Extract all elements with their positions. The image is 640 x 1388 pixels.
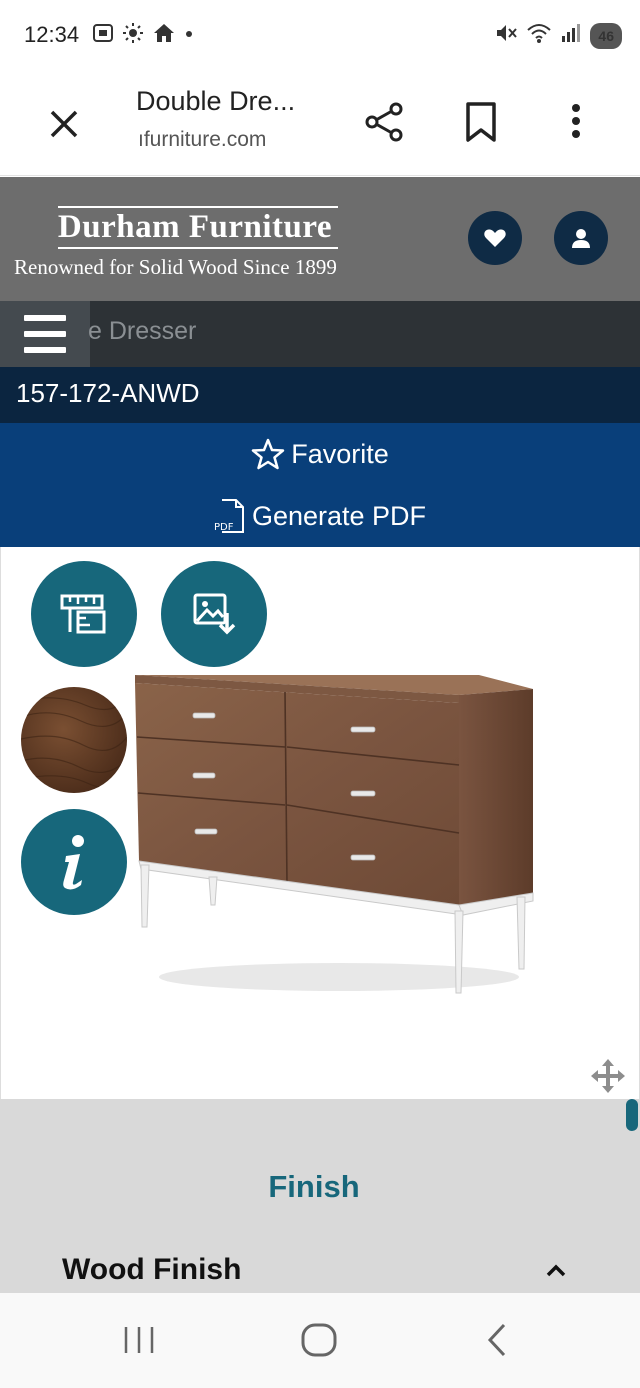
move-icon[interactable] — [589, 1057, 627, 1095]
menu-button[interactable] — [0, 301, 90, 367]
screenshot-icon — [92, 22, 114, 50]
mute-icon — [494, 22, 518, 50]
collapse-toggle[interactable] — [542, 1259, 570, 1283]
star-icon — [251, 438, 285, 470]
share-button[interactable] — [360, 98, 410, 148]
generate-pdf-label: Generate PDF — [251, 500, 427, 531]
system-nav-bar — [0, 1293, 640, 1388]
pdf-badge: PDF — [214, 522, 234, 533]
wifi-icon — [526, 22, 552, 50]
logo-rule — [58, 247, 338, 249]
site-header: Durham Furniture Renowned for Solid Wood… — [0, 177, 640, 301]
favorites-button[interactable] — [468, 211, 522, 265]
brand-name: Durham Furniture — [57, 209, 333, 245]
measure-icon — [60, 594, 106, 634]
page-domain[interactable]: ıfurniture.com — [138, 128, 266, 152]
product-image-area — [0, 547, 640, 1099]
more-options-button[interactable] — [556, 98, 596, 148]
nav-bar: e Dresser — [0, 301, 640, 367]
dresser-side — [459, 689, 533, 905]
brightness-icon — [122, 22, 144, 50]
home-circle-icon — [301, 1323, 337, 1357]
sku-bar: 157-172-ANWD — [0, 367, 640, 423]
wood-grain-texture — [21, 696, 127, 789]
download-image-button[interactable] — [161, 561, 267, 667]
browser-toolbar: Double Dre... ıfurniture.com — [0, 72, 640, 176]
user-icon — [572, 229, 590, 248]
dimensions-button[interactable] — [31, 561, 137, 667]
favorite-label: Favorite — [291, 438, 389, 469]
dot-icon — [184, 22, 194, 50]
brand-logo[interactable]: Durham Furniture Renowned for Solid Wood… — [14, 205, 376, 280]
status-time: 12:34 — [24, 22, 80, 47]
dresser-image — [135, 675, 534, 994]
status-left-icons — [92, 22, 194, 50]
close-icon — [50, 110, 78, 138]
logo-rule — [58, 206, 338, 208]
status-right-icons: 46 — [494, 22, 622, 50]
chevron-up-icon — [546, 1264, 566, 1277]
close-tab-button[interactable] — [40, 100, 88, 148]
home-icon — [152, 22, 176, 50]
status-bar: 12:34 46 — [0, 0, 640, 72]
heart-icon — [484, 229, 506, 247]
brand-tagline: Renowned for Solid Wood Since 1899 — [14, 255, 337, 279]
scrollbar-thumb[interactable] — [626, 1099, 638, 1131]
wood-finish-label[interactable]: Wood Finish — [62, 1253, 241, 1287]
info-icon — [63, 835, 84, 890]
favorite-button[interactable]: Favorite — [0, 425, 640, 483]
action-bar: Favorite PDF Generate PDF — [0, 423, 640, 547]
product-sku: 157-172-ANWD — [16, 378, 200, 408]
account-button[interactable] — [554, 211, 608, 265]
recent-apps-icon — [124, 1327, 154, 1353]
home-button[interactable] — [294, 1315, 344, 1365]
finish-panel: Finish Wood Finish — [0, 1099, 640, 1293]
bookmark-icon — [466, 102, 496, 142]
finish-title: Finish — [268, 1169, 360, 1204]
menu-icon-bar — [24, 315, 66, 321]
signal-icon — [560, 22, 582, 50]
floor-shadow — [159, 963, 519, 991]
recent-apps-button[interactable] — [114, 1315, 164, 1365]
nav-product-title: e Dresser — [88, 317, 197, 345]
wood-swatch[interactable] — [21, 687, 127, 793]
more-vertical-icon — [572, 104, 580, 138]
generate-pdf-button[interactable]: PDF Generate PDF — [0, 487, 640, 545]
menu-icon-bar — [24, 347, 66, 353]
battery-indicator: 46 — [590, 23, 622, 49]
menu-icon-bar — [24, 331, 66, 337]
bookmark-button[interactable] — [458, 98, 504, 148]
back-chevron-icon — [487, 1323, 506, 1357]
pdf-icon: PDF — [214, 499, 244, 533]
share-icon — [365, 102, 403, 142]
page-title[interactable]: Double Dre... — [136, 86, 295, 117]
back-button[interactable] — [474, 1315, 524, 1365]
image-download-icon — [193, 593, 236, 635]
info-button[interactable] — [21, 809, 127, 915]
